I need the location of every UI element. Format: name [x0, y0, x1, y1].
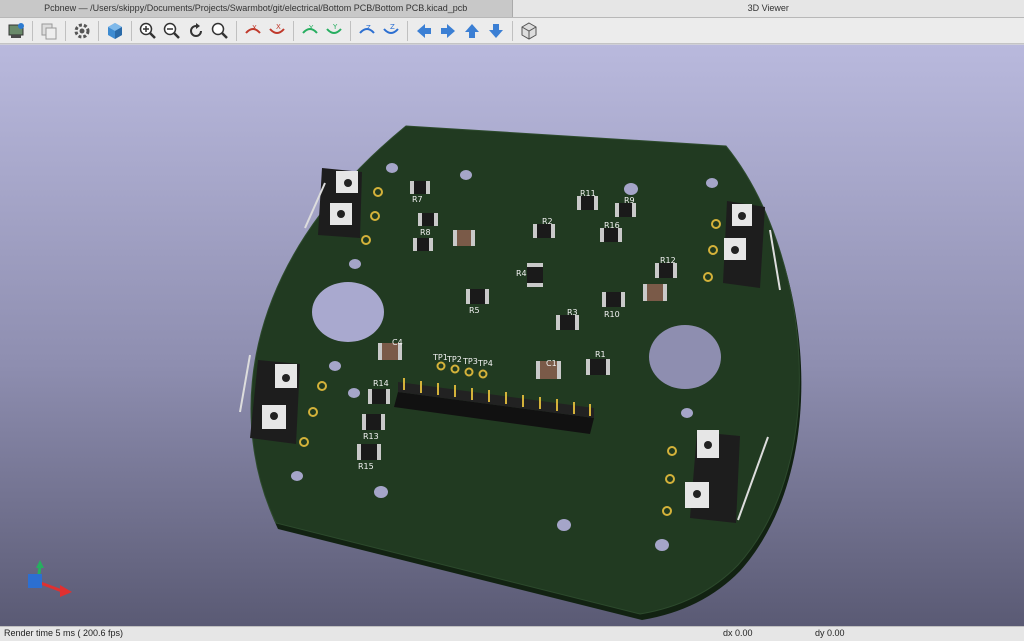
- label-r15: R15: [358, 462, 374, 471]
- settings-icon[interactable]: [71, 20, 93, 42]
- resistor-r13: [362, 414, 385, 430]
- move-down-icon[interactable]: [485, 20, 507, 42]
- move-right-icon[interactable]: [437, 20, 459, 42]
- label-r11: R11: [580, 189, 596, 198]
- main-toolbar: X X Y Y Z Z: [0, 18, 1024, 44]
- svg-text:X: X: [252, 24, 257, 32]
- resistor-r16: [600, 228, 622, 242]
- svg-text:Y: Y: [308, 24, 314, 32]
- toolbar-separator: [65, 21, 66, 41]
- resistor-r8b: [413, 238, 433, 251]
- 3d-viewport[interactable]: R7 R8 R11 R9 R2 R16 R4 R12 R5 R3 R10 R1 …: [0, 45, 1024, 626]
- rotate-y-ccw-icon[interactable]: Y: [323, 20, 345, 42]
- svg-text:Y: Y: [332, 23, 338, 31]
- resistor-r15: [357, 444, 381, 460]
- label-r10: R10: [604, 310, 620, 319]
- resistor-r3: [556, 315, 579, 330]
- axis-indicator: [28, 560, 72, 597]
- label-r4: R4: [516, 269, 527, 278]
- rotate-x-cw-icon[interactable]: X: [242, 20, 264, 42]
- resistor-r5: [466, 289, 489, 304]
- status-bar: Render time 5 ms ( 200.6 fps) dx 0.00 dy…: [0, 626, 1024, 641]
- svg-text:X: X: [276, 23, 281, 31]
- capacitor-c3: [643, 284, 667, 301]
- label-r7: R7: [412, 195, 423, 204]
- resistor-r14: [368, 389, 390, 404]
- resistor-r2: [533, 224, 555, 238]
- capacitor-c2: [453, 230, 475, 246]
- label-r3: R3: [567, 308, 578, 317]
- label-r12: R12: [660, 256, 676, 265]
- render-time: Render time 5 ms ( 200.6 fps): [4, 628, 123, 638]
- toolbar-separator: [32, 21, 33, 41]
- copy-image-icon[interactable]: [38, 20, 60, 42]
- label-tp3: TP3: [462, 357, 478, 366]
- pcb-3d-render: R7 R8 R11 R9 R2 R16 R4 R12 R5 R3 R10 R1 …: [0, 45, 1024, 626]
- label-tp2: TP2: [446, 355, 462, 364]
- label-r13: R13: [363, 432, 379, 441]
- toolbar-separator: [350, 21, 351, 41]
- toolbar-separator: [98, 21, 99, 41]
- resistor-r7: [410, 181, 430, 194]
- window-tab-bar: Pcbnew — /Users/skippy/Documents/Project…: [0, 0, 1024, 18]
- zoom-in-icon[interactable]: [137, 20, 159, 42]
- resistor-r4: [527, 263, 543, 287]
- move-left-icon[interactable]: [413, 20, 435, 42]
- mounting-hole: [312, 282, 384, 342]
- label-tp1: TP1: [432, 353, 448, 362]
- dy-readout: dy 0.00: [815, 628, 845, 638]
- toolbar-separator: [293, 21, 294, 41]
- move-up-icon[interactable]: [461, 20, 483, 42]
- label-c1: C1: [546, 359, 557, 368]
- toolbar-separator: [407, 21, 408, 41]
- mounting-hole: [649, 325, 721, 389]
- tab-3d-viewer[interactable]: 3D Viewer: [513, 0, 1024, 17]
- dx-readout: dx 0.00: [723, 628, 753, 638]
- reload-board-icon[interactable]: [5, 20, 27, 42]
- rotate-y-cw-icon[interactable]: Y: [299, 20, 321, 42]
- label-r16: R16: [604, 221, 620, 230]
- toolbar-separator: [236, 21, 237, 41]
- svg-text:Z: Z: [366, 24, 371, 32]
- zoom-out-icon[interactable]: [161, 20, 183, 42]
- zoom-fit-icon[interactable]: [209, 20, 231, 42]
- resistor-r12: [655, 263, 677, 278]
- redraw-icon[interactable]: [185, 20, 207, 42]
- rotate-z-ccw-icon[interactable]: Z: [380, 20, 402, 42]
- rotate-x-ccw-icon[interactable]: X: [266, 20, 288, 42]
- label-r14: R14: [373, 379, 389, 388]
- resistor-r10: [602, 292, 625, 307]
- toolbar-separator: [512, 21, 513, 41]
- ortho-icon[interactable]: [518, 20, 540, 42]
- label-r5: R5: [469, 306, 480, 315]
- label-r8: R8: [420, 228, 431, 237]
- label-tp4: TP4: [477, 359, 493, 368]
- label-r9: R9: [624, 196, 635, 205]
- resistor-r9: [615, 203, 636, 217]
- toolbar-separator: [131, 21, 132, 41]
- resistor-r11: [577, 196, 598, 210]
- label-c4: C4: [392, 338, 403, 347]
- resistor-r1: [586, 359, 610, 375]
- label-r1: R1: [595, 350, 606, 359]
- tab-pcbnew[interactable]: Pcbnew — /Users/skippy/Documents/Project…: [0, 0, 513, 17]
- svg-text:Z: Z: [390, 23, 395, 31]
- rotate-z-cw-icon[interactable]: Z: [356, 20, 378, 42]
- render-3d-icon[interactable]: [104, 20, 126, 42]
- label-r2: R2: [542, 217, 553, 226]
- resistor-r8: [418, 213, 438, 226]
